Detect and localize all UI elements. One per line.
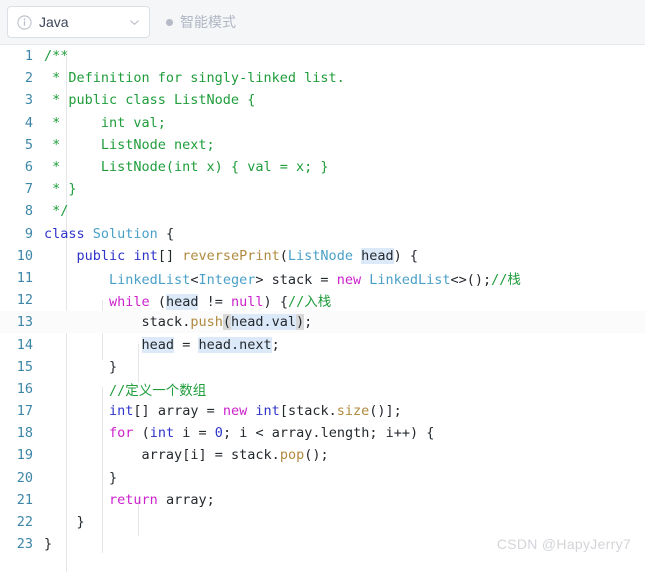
- line-number: 13: [0, 311, 44, 334]
- code-line-text[interactable]: /**: [44, 45, 645, 67]
- watermark: CSDN @HapyJerry7: [496, 536, 631, 552]
- status-dot-icon: [166, 18, 173, 26]
- code-line[interactable]: 9 class Solution {: [0, 223, 645, 245]
- line-number: 20: [16, 469, 33, 486]
- code-line[interactable]: 12 while (head != null) {//入栈: [0, 289, 645, 311]
- code-line[interactable]: 18 for (int i = 0; i < array.length; i++…: [0, 422, 645, 444]
- code-line[interactable]: 6 * ListNode(int x) { val = x; }: [0, 156, 645, 178]
- smart-mode-indicator[interactable]: 智能模式: [160, 15, 236, 29]
- code-line[interactable]: 1 /**: [0, 45, 645, 67]
- code-line[interactable]: 8 */: [0, 200, 645, 222]
- code-line-text[interactable]: */: [44, 200, 645, 222]
- code-line[interactable]: 20 }: [0, 467, 645, 489]
- code-line[interactable]: 7 * }: [0, 178, 645, 200]
- chevron-down-icon[interactable]: [128, 16, 141, 29]
- code-line[interactable]: 5 * ListNode next;: [0, 134, 645, 156]
- line-number: 10: [16, 247, 33, 264]
- code-line-text[interactable]: array[i] = stack.pop();: [44, 444, 645, 466]
- info-circle-icon: [17, 14, 32, 30]
- code-line-text[interactable]: }: [44, 511, 645, 533]
- line-number: 11: [16, 269, 33, 286]
- line-number: 17: [16, 403, 33, 420]
- code-line[interactable]: 10 public int[] reversePrint(ListNode he…: [0, 245, 645, 267]
- matching-bracket: ): [296, 314, 305, 331]
- line-number: 18: [16, 425, 33, 442]
- code-line-text[interactable]: * ListNode next;: [44, 134, 645, 156]
- code-line-text[interactable]: * Definition for singly-linked list.: [44, 67, 645, 89]
- code-line-text[interactable]: * ListNode(int x) { val = x; }: [44, 156, 645, 178]
- line-number: 14: [16, 336, 33, 353]
- code-line[interactable]: 2 * Definition for singly-linked list.: [0, 67, 645, 89]
- code-line-text[interactable]: public int[] reversePrint(ListNode head)…: [44, 245, 645, 267]
- code-line[interactable]: 16 //定义一个数组: [0, 378, 645, 400]
- language-select-label: Java: [39, 13, 69, 30]
- line-number: 8: [24, 203, 33, 220]
- code-line-text[interactable]: //定义一个数组: [44, 378, 645, 400]
- smart-mode-label: 智能模式: [180, 14, 236, 30]
- line-number: 6: [24, 159, 33, 176]
- code-line[interactable]: 19 array[i] = stack.pop();: [0, 444, 645, 466]
- code-lines: 1/** 2 * Definition for singly-linked lis…: [0, 45, 645, 555]
- line-number: 9: [24, 225, 33, 242]
- code-line-text[interactable]: head = head.next;: [44, 333, 645, 355]
- line-number: 16: [16, 380, 33, 397]
- code-line[interactable]: 15 }: [0, 356, 645, 378]
- code-line-text[interactable]: stack.push(head.val);: [44, 311, 645, 334]
- code-line[interactable]: 17 int[] array = new int[stack.size()];: [0, 400, 645, 422]
- line-number: 4: [24, 114, 33, 131]
- code-line-text[interactable]: }: [44, 467, 645, 489]
- code-line[interactable]: 4 * int val;: [0, 112, 645, 134]
- line-number: 2: [24, 70, 33, 87]
- code-line[interactable]: 21 return array;: [0, 489, 645, 511]
- code-line-text[interactable]: * public class ListNode {: [44, 89, 645, 111]
- code-line-text[interactable]: LinkedList<Integer> stack = new LinkedLi…: [44, 267, 645, 289]
- code-line[interactable]: 13 stack.push(head.val);: [0, 311, 645, 334]
- code-line-text[interactable]: }: [44, 356, 645, 378]
- code-editor-page: Java 智能模式 1/** 2 * Definition for singly-…: [0, 0, 645, 572]
- line-number: 7: [24, 181, 33, 198]
- code-line[interactable]: 22 }: [0, 511, 645, 533]
- editor-toolbar: Java 智能模式: [0, 0, 645, 44]
- line-number: 23: [16, 536, 33, 553]
- code-line-text[interactable]: int[] array = new int[stack.size()];: [44, 400, 645, 422]
- language-select[interactable]: Java: [7, 6, 150, 38]
- code-line-text[interactable]: * }: [44, 178, 645, 200]
- code-line[interactable]: 3 * public class ListNode {: [0, 89, 645, 111]
- line-number: 5: [24, 136, 33, 153]
- code-line-text[interactable]: for (int i = 0; i < array.length; i++) {: [44, 422, 645, 444]
- code-line-text[interactable]: class Solution {: [44, 223, 645, 245]
- line-number: 21: [16, 491, 33, 508]
- line-number: 1: [24, 48, 33, 65]
- matching-bracket: (: [222, 314, 231, 331]
- code-line-text[interactable]: return array;: [44, 489, 645, 511]
- line-number: 3: [24, 92, 33, 109]
- code-line-text[interactable]: * int val;: [44, 112, 645, 134]
- code-editor[interactable]: 1/** 2 * Definition for singly-linked lis…: [0, 44, 645, 572]
- code-line[interactable]: 11 LinkedList<Integer> stack = new Linke…: [0, 267, 645, 289]
- code-line[interactable]: 14 head = head.next;: [0, 333, 645, 355]
- line-number: 15: [16, 358, 33, 375]
- line-number: 19: [16, 447, 33, 464]
- code-line-text[interactable]: while (head != null) {//入栈: [44, 289, 645, 311]
- line-number: 22: [16, 514, 33, 531]
- line-number: 12: [16, 292, 33, 309]
